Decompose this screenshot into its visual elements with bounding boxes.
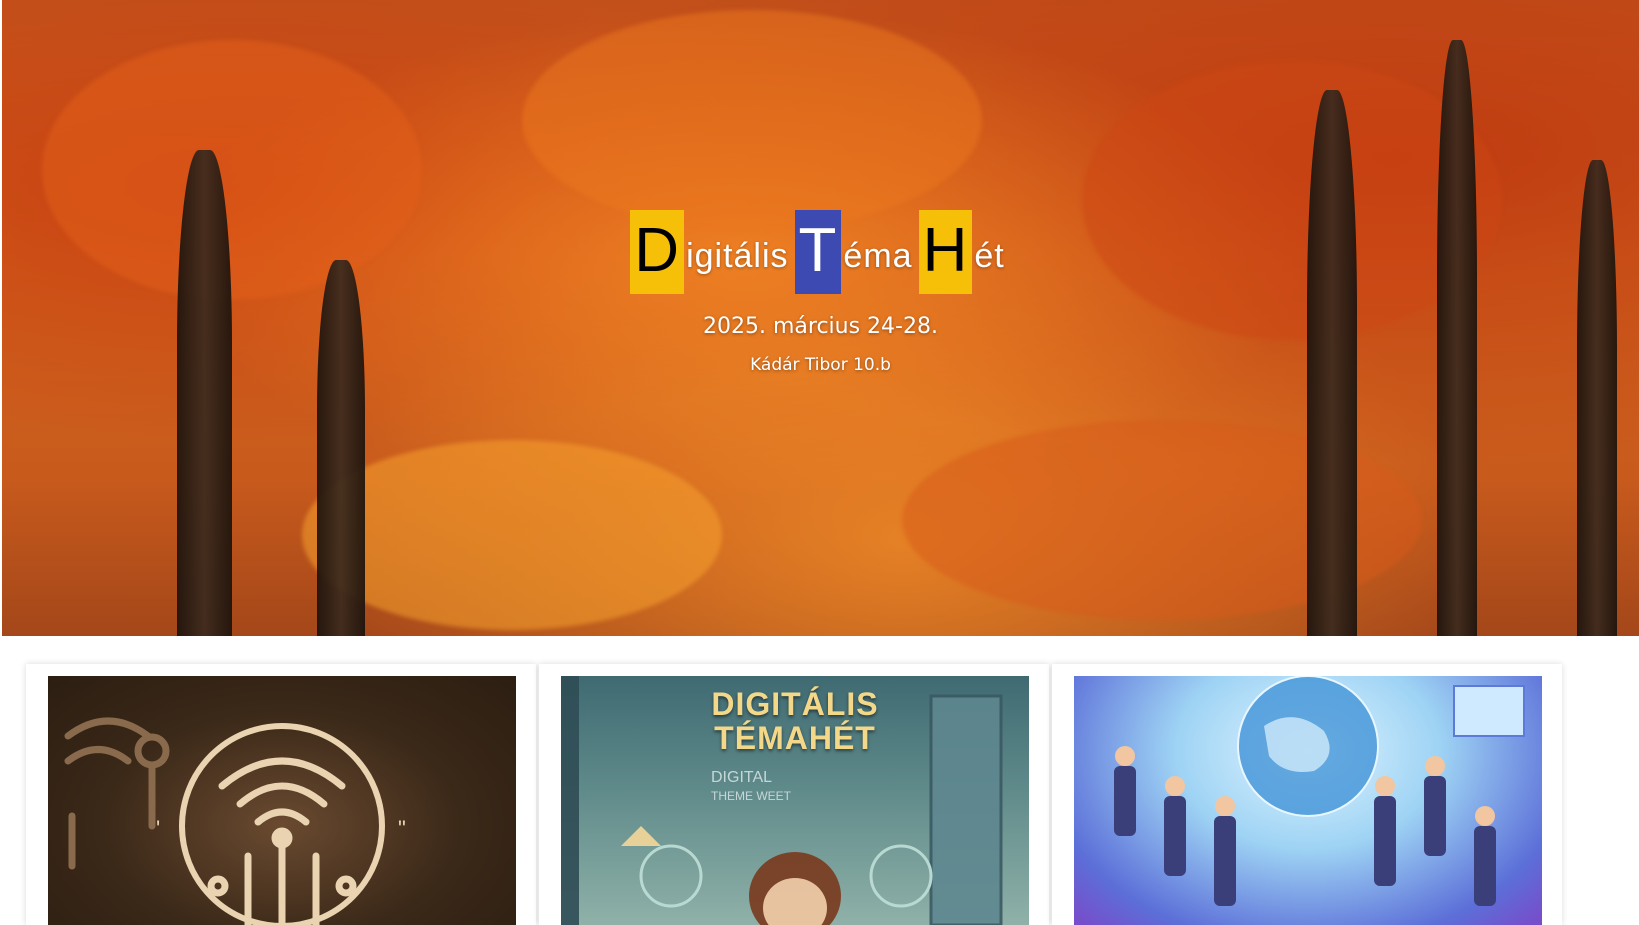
title-word-het: ét bbox=[974, 237, 1005, 275]
svg-text:": " bbox=[398, 816, 406, 841]
girl-illustration-icon bbox=[561, 676, 1003, 925]
card-2[interactable]: DIGITÁLIS TÉMAHÉT DIGITAL THEME WEET bbox=[539, 664, 1049, 925]
event-date: 2025. március 24-28. bbox=[703, 314, 938, 339]
card-grid: ' " DIGITÁLIS TÉMAHÉT DIGITAL THEME WEET bbox=[26, 664, 1639, 925]
card-1[interactable]: ' " bbox=[26, 664, 536, 925]
title-word-tema: éma bbox=[843, 237, 913, 275]
card-image-digital-theme-week[interactable]: DIGITÁLIS TÉMAHÉT DIGITAL THEME WEET bbox=[561, 676, 1029, 925]
title-initial-t: T bbox=[794, 210, 842, 294]
title-word-digitalis: igitális bbox=[686, 237, 789, 275]
students-globe-icon bbox=[1114, 676, 1525, 906]
card-image-circuit-logo[interactable]: ' " bbox=[48, 676, 516, 925]
title-initial-h: H bbox=[918, 210, 973, 294]
title-initial-d: D bbox=[630, 210, 685, 294]
hero-banner: D igitális T éma H ét 2025. március 24-2… bbox=[2, 0, 1639, 636]
svg-text:': ' bbox=[156, 816, 160, 841]
circuit-wifi-icon: ' " bbox=[64, 717, 406, 925]
card-image-students-globe[interactable] bbox=[1074, 676, 1542, 925]
card-3[interactable] bbox=[1052, 664, 1562, 925]
page-title: D igitális T éma H ét bbox=[630, 210, 1010, 294]
hero-content: D igitális T éma H ét 2025. március 24-2… bbox=[2, 210, 1639, 375]
author-name: Kádár Tibor 10.b bbox=[750, 355, 891, 375]
foliage bbox=[522, 10, 982, 230]
foliage bbox=[302, 440, 722, 630]
